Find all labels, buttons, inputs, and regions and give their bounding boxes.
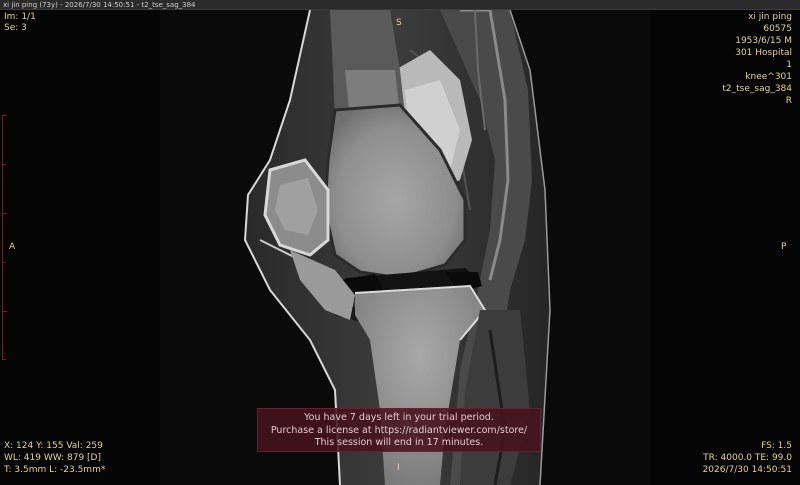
- field-strength: FS: 1.5: [761, 441, 792, 451]
- study-description: knee^301: [745, 72, 792, 82]
- tr-te-readout: TR: 4000.0 TE: 99.0: [703, 453, 792, 463]
- slice-thickness-readout: T: 3.5mm L: -23.5mm*: [4, 465, 106, 475]
- orientation-inferior: I: [397, 463, 400, 473]
- scale-ruler: [2, 115, 7, 360]
- image-index-label: Im: 1/1: [4, 12, 36, 22]
- study-number: 1: [786, 60, 792, 70]
- patient-id: 60575: [763, 24, 792, 34]
- orientation-superior: S: [396, 18, 402, 28]
- series-description: t2_tse_sag_384: [722, 84, 792, 94]
- orientation-posterior: P: [781, 242, 787, 252]
- trial-session-end: This session will end in 17 minutes.: [314, 437, 484, 448]
- patient-name: xi jin ping: [748, 12, 792, 22]
- trial-days-left: You have 7 days left in your trial perio…: [304, 412, 494, 423]
- acquisition-datetime: 2026/7/30 14:50:51: [702, 465, 792, 475]
- patient-birth-sex: 1953/6/15 M: [735, 36, 792, 46]
- image-viewport[interactable]: Im: 1/1 Se: 3 S A P I xi jin ping 60575 …: [0, 10, 800, 485]
- institution-name: 301 Hospital: [735, 48, 792, 58]
- trial-purchase-link[interactable]: Purchase a license at https://radiantvie…: [258, 425, 540, 438]
- trial-notice: You have 7 days left in your trial perio…: [257, 408, 541, 452]
- series-label: Se: 3: [4, 23, 27, 33]
- cursor-readout: X: 124 Y: 155 Val: 259: [4, 441, 103, 451]
- orientation-anterior: A: [9, 242, 16, 252]
- window-title: xi jin ping (73y) - 2026/7/30 14:50:51 -…: [0, 0, 800, 10]
- orientation-right: R: [785, 96, 792, 106]
- window-level-readout: WL: 419 WW: 879 [D]: [4, 453, 102, 463]
